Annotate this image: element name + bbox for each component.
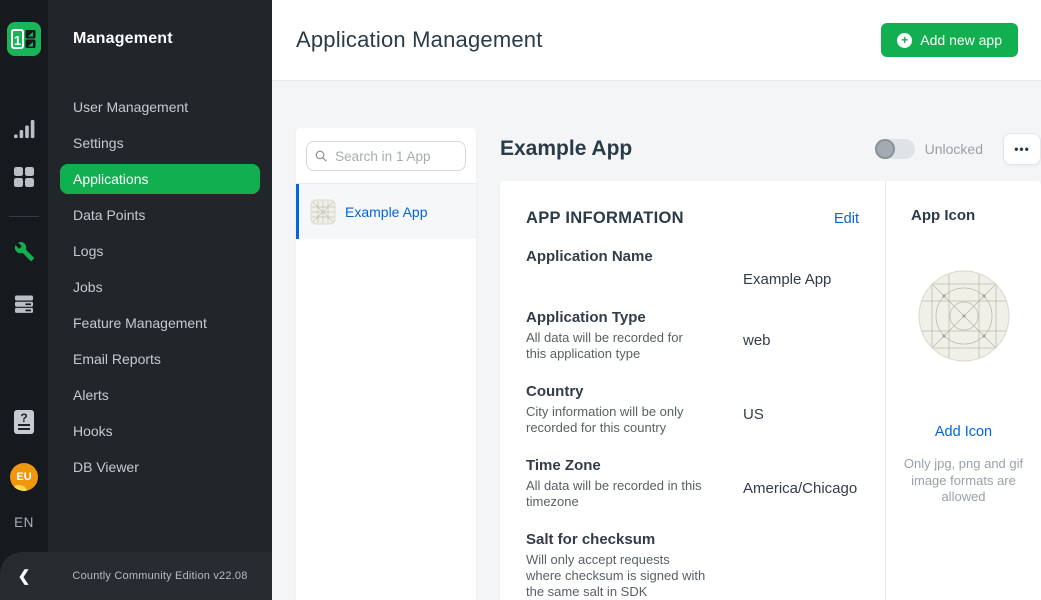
lock-toggle[interactable]: Unlocked bbox=[875, 139, 1003, 159]
toggle-knob bbox=[875, 139, 895, 159]
app-placeholder-icon bbox=[310, 199, 336, 225]
app-list-item-example-app[interactable]: Example App bbox=[296, 184, 476, 239]
app-detail-panel: Example App Unlocked ••• APP INFORMATION… bbox=[500, 128, 1041, 600]
app-search-box bbox=[306, 141, 466, 171]
field-label: Country bbox=[526, 383, 743, 400]
collapse-sidebar-icon[interactable]: ❮ bbox=[0, 567, 48, 585]
rail-divider bbox=[9, 216, 39, 217]
question-glyph: ? bbox=[14, 411, 34, 425]
sidebar-nav: User Management Settings Applications Da… bbox=[48, 92, 272, 482]
sidebar-item-jobs[interactable]: Jobs bbox=[60, 272, 260, 302]
field-salt-for-checksum: Salt for checksum Will only accept reque… bbox=[526, 531, 859, 600]
field-label: Application Type bbox=[526, 309, 743, 326]
lock-state-label: Unlocked bbox=[925, 141, 983, 157]
avatar-initials: EU bbox=[10, 463, 38, 491]
search-icon bbox=[315, 149, 327, 163]
dashboards-grid-icon[interactable] bbox=[13, 166, 35, 193]
more-options-button[interactable]: ••• bbox=[1003, 133, 1041, 165]
data-manager-server-icon[interactable] bbox=[13, 293, 35, 320]
app-detail-header: Example App Unlocked ••• bbox=[500, 131, 1041, 167]
app-information-main: APP INFORMATION Edit Application Name Ex… bbox=[500, 181, 885, 600]
user-avatar[interactable]: EU bbox=[10, 463, 38, 491]
countly-logo-icon[interactable]: 1 bbox=[7, 22, 41, 61]
sidebar-item-logs[interactable]: Logs bbox=[60, 236, 260, 266]
field-country: Country City information will be only re… bbox=[526, 383, 859, 436]
field-description: Will only accept requests where checksum… bbox=[526, 552, 706, 600]
field-description: All data will be recorded for this appli… bbox=[526, 330, 706, 362]
edit-link[interactable]: Edit bbox=[834, 211, 859, 227]
app-icon-panel: App Icon bbox=[885, 181, 1041, 600]
analytics-bar-chart-icon[interactable] bbox=[13, 118, 35, 145]
field-label: Application Name bbox=[526, 248, 743, 265]
main-content: Example App Example App Unlocked ••• APP… bbox=[272, 81, 1041, 600]
app-list-item-label: Example App bbox=[345, 204, 428, 220]
icon-format-note: Only jpg, png and gif image formats are … bbox=[902, 456, 1025, 506]
management-wrench-icon[interactable] bbox=[14, 241, 35, 267]
add-new-app-label: Add new app bbox=[920, 32, 1002, 48]
field-application-type: Application Type All data will be record… bbox=[526, 309, 859, 362]
toggle-track[interactable] bbox=[875, 139, 915, 159]
svg-text:1: 1 bbox=[14, 33, 21, 48]
sidebar-section-title: Management bbox=[48, 0, 272, 48]
page-header: Application Management + Add new app bbox=[272, 0, 1041, 81]
sidebar-item-settings[interactable]: Settings bbox=[60, 128, 260, 158]
sidebar-item-applications[interactable]: Applications bbox=[60, 164, 260, 194]
field-label: Time Zone bbox=[526, 457, 743, 474]
field-description: City information will be only recorded f… bbox=[526, 404, 706, 436]
field-time-zone: Time Zone All data will be recorded in t… bbox=[526, 457, 859, 510]
section-title: APP INFORMATION bbox=[526, 209, 684, 228]
feedback-help-icon[interactable]: ? bbox=[14, 410, 34, 434]
icon-rail: 1 bbox=[0, 0, 48, 600]
app-detail-title: Example App bbox=[500, 137, 632, 161]
sidebar-menu: Management User Management Settings Appl… bbox=[48, 0, 272, 600]
version-label: Countly Community Edition v22.08 bbox=[48, 570, 272, 582]
sidebar-item-alerts[interactable]: Alerts bbox=[60, 380, 260, 410]
app-list-panel: Example App bbox=[296, 128, 476, 600]
sidebar-item-hooks[interactable]: Hooks bbox=[60, 416, 260, 446]
field-value: Example App bbox=[743, 248, 859, 288]
sidebar-item-email-reports[interactable]: Email Reports bbox=[60, 344, 260, 374]
plus-circle-icon: + bbox=[897, 33, 912, 48]
sidebar-item-feature-management[interactable]: Feature Management bbox=[60, 308, 260, 338]
add-new-app-button[interactable]: + Add new app bbox=[881, 23, 1018, 57]
field-value bbox=[743, 531, 859, 600]
sidebar-item-data-points[interactable]: Data Points bbox=[60, 200, 260, 230]
app-search-input[interactable] bbox=[333, 148, 457, 165]
language-selector[interactable]: EN bbox=[14, 515, 34, 530]
field-value: web bbox=[743, 309, 859, 362]
add-icon-link[interactable]: Add Icon bbox=[900, 424, 1027, 440]
sidebar-item-user-management[interactable]: User Management bbox=[60, 92, 260, 122]
field-value: US bbox=[743, 383, 859, 436]
field-description: All data will be recorded in this timezo… bbox=[526, 478, 706, 510]
page-title: Application Management bbox=[296, 27, 543, 53]
field-application-name: Application Name Example App bbox=[526, 248, 859, 288]
app-information-head: APP INFORMATION Edit bbox=[526, 209, 859, 228]
field-value: America/Chicago bbox=[743, 457, 859, 510]
app-icon-title: App Icon bbox=[900, 207, 1027, 224]
app-information-card: APP INFORMATION Edit Application Name Ex… bbox=[500, 181, 1041, 600]
sidebar-item-db-viewer[interactable]: DB Viewer bbox=[60, 452, 260, 482]
sidebar-footer: ❮ Countly Community Edition v22.08 bbox=[0, 552, 272, 600]
app-icon-placeholder bbox=[918, 270, 1010, 362]
field-label: Salt for checksum bbox=[526, 531, 743, 548]
